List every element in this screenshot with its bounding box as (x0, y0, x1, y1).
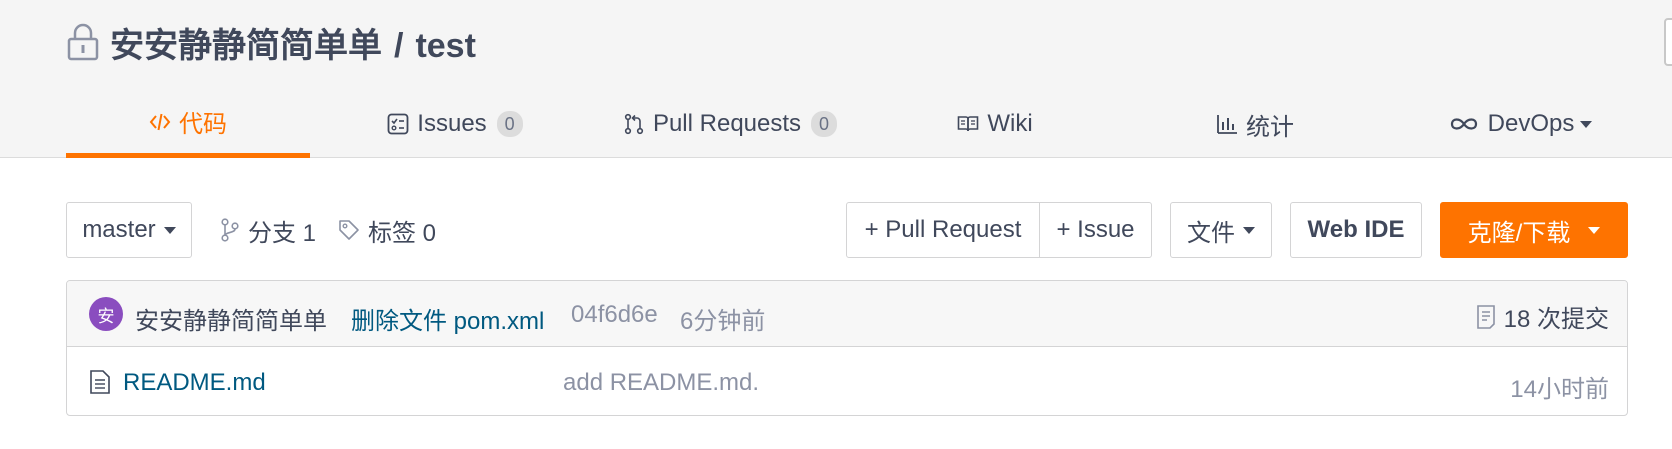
file-commit-time: 14小时前 (1510, 376, 1609, 403)
file-menu-button[interactable]: 文件 (1170, 202, 1272, 258)
issues-count-badge: 0 (496, 111, 523, 137)
repo-toolbar: master 分支 1 标签 0 + Pull Request + Issue … (0, 202, 1672, 258)
new-pull-request-button[interactable]: + Pull Request (846, 202, 1040, 258)
last-commit-bar: 安 安安静静简简单单 删除文件 pom.xml 04f6d6e 6分钟前 18 … (67, 281, 1627, 347)
commit-count-label: 18 次提交 (1503, 306, 1609, 333)
repo-owner-link[interactable]: 安安静静简简单单 (110, 27, 382, 65)
file-browser: 安 安安静静简简单单 删除文件 pom.xml 04f6d6e 6分钟前 18 … (66, 280, 1628, 416)
side-panel-edge[interactable] (1664, 18, 1672, 66)
clone-download-label: 克隆/下载 (1467, 219, 1571, 247)
wiki-book-icon (958, 116, 979, 132)
tab-devops-label: DevOps (1487, 110, 1575, 137)
file-name-link[interactable]: README.md (123, 369, 266, 397)
new-pull-request-label: + Pull Request (864, 216, 1022, 243)
web-ide-label: Web IDE (1307, 216, 1405, 243)
file-commit-message-link[interactable]: add README.md. (563, 369, 759, 397)
tab-pull-requests-label: Pull Requests (652, 110, 802, 137)
new-issue-label: + Issue (1056, 216, 1135, 243)
tab-issues[interactable]: Issues 0 (330, 90, 580, 158)
commit-author-link[interactable]: 安安静静简简单单 (135, 301, 327, 336)
web-ide-button[interactable]: Web IDE (1290, 202, 1422, 258)
clone-download-button[interactable]: 克隆/下载 (1440, 202, 1628, 258)
chevron-down-icon (1580, 120, 1593, 128)
file-menu-label: 文件 (1187, 219, 1235, 247)
tab-stats[interactable]: 统计 (1130, 90, 1380, 158)
new-issue-button[interactable]: + Issue (1039, 202, 1152, 258)
file-icon (90, 370, 110, 394)
chevron-down-icon (1588, 226, 1601, 234)
avatar[interactable]: 安 (89, 297, 123, 331)
repo-name-link[interactable]: test (415, 27, 475, 65)
branch-select[interactable]: master (66, 202, 192, 258)
commit-message-link[interactable]: 删除文件 pom.xml (351, 301, 544, 336)
tab-devops[interactable]: DevOps (1400, 90, 1640, 158)
tab-wiki-label: Wiki (987, 110, 1033, 137)
repo-header: 安安静静简简单单 / test 代码 Issues 0 Pull Request… (0, 0, 1672, 158)
commit-count-link[interactable]: 18 次提交 (1476, 299, 1609, 334)
pull-requests-count-badge: 0 (811, 111, 838, 137)
table-row: README.md add README.md. 14小时前 (67, 347, 1627, 415)
tab-pull-requests[interactable]: Pull Requests 0 (600, 90, 860, 158)
commit-sha-link[interactable]: 04f6d6e (571, 301, 658, 329)
tab-code-label: 代码 (179, 111, 227, 138)
bar-chart-icon (1217, 115, 1237, 134)
repo-title: 安安静静简简单单 / test (110, 18, 476, 67)
infinity-icon (1450, 118, 1477, 130)
tab-code[interactable]: 代码 (66, 90, 310, 158)
repo-title-row: 安安静静简简单单 / test (66, 18, 476, 66)
commits-icon (1476, 304, 1495, 329)
chevron-down-icon (163, 226, 176, 234)
tab-issues-label: Issues (417, 110, 487, 137)
commit-time: 6分钟前 (680, 308, 766, 335)
issues-icon (387, 113, 409, 135)
code-icon (149, 113, 171, 130)
tag-icon (339, 220, 359, 240)
tab-stats-label: 统计 (1246, 113, 1294, 141)
branches-label: 分支 1 (248, 219, 317, 247)
branch-icon (221, 218, 239, 242)
pull-request-icon (624, 113, 644, 135)
lock-icon (67, 23, 99, 61)
chevron-down-icon (1243, 226, 1255, 234)
repo-title-separator: / (394, 26, 404, 65)
tags-label: 标签 0 (368, 219, 437, 247)
branches-link[interactable]: 分支 1 (220, 202, 316, 258)
branch-select-value: master (82, 216, 156, 243)
tags-link[interactable]: 标签 0 (338, 202, 436, 258)
tab-wiki[interactable]: Wiki (880, 90, 1110, 158)
